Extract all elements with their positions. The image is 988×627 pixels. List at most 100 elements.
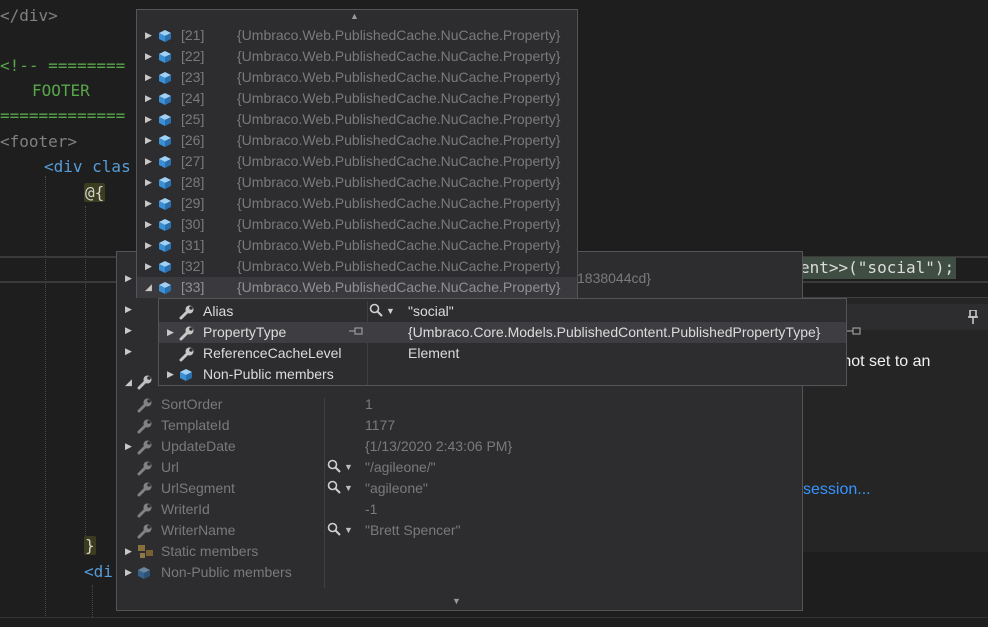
- array-item-value: {Umbraco.Web.PublishedCache.NuCache.Prop…: [237, 195, 561, 211]
- property-row[interactable]: Alias ▼ "social": [159, 301, 846, 322]
- exception-link[interactable]: session...: [803, 481, 871, 499]
- member-value: {1/13/2020 2:43:06 PM}: [365, 438, 513, 454]
- magnifier-icon[interactable]: ▼: [369, 301, 395, 322]
- magnifier-icon[interactable]: ▼: [327, 520, 353, 541]
- expand-arrow-icon[interactable]: ▶: [125, 341, 132, 362]
- pin-icon[interactable]: [968, 309, 978, 328]
- member-row[interactable]: ▶ Static members: [117, 541, 802, 562]
- array-item-index: [31]: [181, 237, 205, 253]
- expand-arrow-icon[interactable]: ▶: [145, 256, 152, 277]
- partial-value: 1838044cd}: [577, 270, 651, 286]
- code-line-div-inner: <di: [84, 562, 113, 581]
- array-item-index: [27]: [181, 153, 205, 169]
- array-item-index: [29]: [181, 195, 205, 211]
- datatip-property[interactable]: Alias ▼ "social" ▶ PropertyType {Umbraco.Core…: [158, 298, 861, 386]
- property-value: "social": [408, 303, 454, 319]
- code-line-close-div: </div>: [0, 6, 58, 25]
- scroll-down-icon[interactable]: ▼: [452, 596, 461, 606]
- array-item-row[interactable]: ▶ [31] {Umbraco.Web.PublishedCache.NuCache…: [137, 235, 577, 256]
- code-line-div-class: <div clas: [44, 157, 131, 176]
- member-row[interactable]: WriterName ▼ "Brett Spencer": [117, 520, 802, 541]
- razor-close-brace: }: [84, 536, 96, 555]
- cube-icon: [179, 364, 193, 388]
- expand-arrow-icon[interactable]: ▶: [125, 320, 132, 341]
- expand-arrow-icon[interactable]: ▶: [145, 25, 152, 46]
- expand-arrow-icon[interactable]: ▶: [145, 172, 152, 193]
- expand-arrow-icon[interactable]: ▶: [145, 151, 152, 172]
- expand-arrow-icon[interactable]: ▶: [125, 436, 132, 457]
- expand-arrow-icon[interactable]: ▶: [125, 299, 132, 320]
- scroll-up-icon[interactable]: ▲: [350, 11, 359, 21]
- array-item-value: {Umbraco.Web.PublishedCache.NuCache.Prop…: [237, 216, 561, 232]
- array-item-index: [23]: [181, 69, 205, 85]
- expand-arrow-icon[interactable]: ▶: [145, 130, 152, 151]
- array-item-row[interactable]: ▶ [22] {Umbraco.Web.PublishedCache.NuCache…: [137, 46, 577, 67]
- array-item-row[interactable]: ▶ [25] {Umbraco.Web.PublishedCache.NuCache…: [137, 109, 577, 130]
- expand-arrow-icon[interactable]: ▶: [145, 214, 152, 235]
- array-item-index: [28]: [181, 174, 205, 190]
- member-value: 1177: [365, 417, 396, 433]
- member-row[interactable]: SortOrder 1: [117, 394, 802, 415]
- expand-arrow-icon[interactable]: ▶: [167, 322, 174, 343]
- datatip-array[interactable]: ▲ ▶ [21] {Umbraco.Web.PublishedCache.NuCac…: [136, 9, 578, 298]
- expand-arrow-icon[interactable]: ▶: [145, 67, 152, 88]
- member-value: 1: [365, 396, 373, 412]
- array-item-index: [33]: [181, 279, 205, 295]
- code-line-razor-close-wrap: }: [84, 535, 96, 557]
- member-name: SortOrder: [161, 396, 223, 412]
- expand-arrow-icon[interactable]: ▶: [145, 109, 152, 130]
- array-item-value: {Umbraco.Web.PublishedCache.NuCache.Prop…: [237, 27, 561, 43]
- array-item-row[interactable]: ◢ [33] {Umbraco.Web.PublishedCache.NuCache…: [137, 277, 577, 298]
- array-item-row[interactable]: ▶ [30] {Umbraco.Web.PublishedCache.NuCache…: [137, 214, 577, 235]
- member-name: WriterName: [161, 522, 236, 538]
- expand-arrow-icon[interactable]: ▶: [145, 193, 152, 214]
- array-item-index: [32]: [181, 258, 205, 274]
- array-item-row[interactable]: ▶ [21] {Umbraco.Web.PublishedCache.NuCache…: [137, 25, 577, 46]
- member-value: "Brett Spencer": [365, 522, 461, 538]
- array-item-value: {Umbraco.Web.PublishedCache.NuCache.Prop…: [237, 258, 561, 274]
- pin-icon[interactable]: [847, 322, 861, 343]
- member-row[interactable]: WriterId -1: [117, 499, 802, 520]
- array-item-row[interactable]: ▶ [24] {Umbraco.Web.PublishedCache.NuCache…: [137, 88, 577, 109]
- wrench-icon: [137, 372, 153, 396]
- member-row[interactable]: Url ▼ "/agileone/": [117, 457, 802, 478]
- member-row[interactable]: ▶ UpdateDate {1/13/2020 2:43:06 PM}: [117, 436, 802, 457]
- array-item-row[interactable]: ▶ [29] {Umbraco.Web.PublishedCache.NuCache…: [137, 193, 577, 214]
- array-item-value: {Umbraco.Web.PublishedCache.NuCache.Prop…: [237, 279, 561, 295]
- expand-arrow-icon[interactable]: ▶: [145, 46, 152, 67]
- indent-guide: [45, 176, 46, 616]
- array-item-row[interactable]: ▶ [27] {Umbraco.Web.PublishedCache.NuCache…: [137, 151, 577, 172]
- expand-arrow-icon[interactable]: ▶: [145, 88, 152, 109]
- array-item-value: {Umbraco.Web.PublishedCache.NuCache.Prop…: [237, 174, 561, 190]
- array-item-row[interactable]: ▶ [32] {Umbraco.Web.PublishedCache.NuCache…: [137, 256, 577, 277]
- property-row[interactable]: ▶ PropertyType {Umbraco.Core.Models.Publis…: [159, 322, 861, 343]
- array-item-index: [22]: [181, 48, 205, 64]
- property-row[interactable]: ReferenceCacheLevel Element: [159, 343, 846, 364]
- array-item-value: {Umbraco.Web.PublishedCache.NuCache.Prop…: [237, 132, 561, 148]
- expand-arrow-icon[interactable]: ▶: [125, 541, 132, 562]
- indent-guide: [92, 585, 93, 617]
- magnifier-icon[interactable]: ▼: [327, 478, 353, 499]
- expand-arrow-icon[interactable]: ▶: [145, 235, 152, 256]
- member-name: Non-Public members: [161, 564, 292, 580]
- pin-icon[interactable]: [349, 322, 363, 343]
- property-name: ReferenceCacheLevel: [203, 345, 342, 361]
- array-item-row[interactable]: ▶ [23] {Umbraco.Web.PublishedCache.NuCache…: [137, 67, 577, 88]
- array-item-row[interactable]: ▶ [28] {Umbraco.Web.PublishedCache.NuCache…: [137, 172, 577, 193]
- member-name: UpdateDate: [161, 438, 236, 454]
- collapse-arrow-icon[interactable]: ◢: [125, 372, 132, 393]
- member-row[interactable]: ▶ Non-Public members: [117, 562, 802, 583]
- member-row[interactable]: TemplateId 1177: [117, 415, 802, 436]
- property-row[interactable]: ▶ Non-Public members: [159, 364, 846, 385]
- expand-arrow-icon[interactable]: ▶: [125, 268, 132, 289]
- magnifier-icon[interactable]: ▼: [327, 457, 353, 478]
- array-item-row[interactable]: ▶ [26] {Umbraco.Web.PublishedCache.NuCache…: [137, 130, 577, 151]
- collapse-arrow-icon[interactable]: ◢: [145, 277, 152, 298]
- expand-arrow-icon[interactable]: ▶: [167, 364, 174, 385]
- member-name: TemplateId: [161, 417, 230, 433]
- expand-arrow-icon[interactable]: ▶: [125, 562, 132, 583]
- cube-icon: [137, 562, 151, 586]
- property-name: Non-Public members: [203, 366, 334, 382]
- array-item-value: {Umbraco.Web.PublishedCache.NuCache.Prop…: [237, 48, 561, 64]
- member-row[interactable]: UrlSegment ▼ "agileone": [117, 478, 802, 499]
